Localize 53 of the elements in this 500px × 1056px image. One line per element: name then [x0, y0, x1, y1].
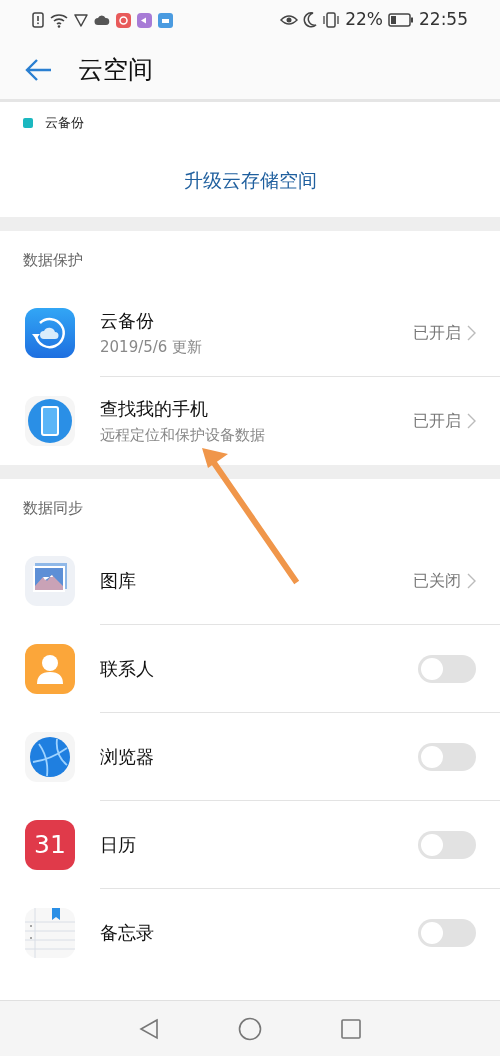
app-icon: [158, 12, 173, 28]
toggle-switch[interactable]: [418, 919, 476, 947]
settings-row[interactable]: 31 日历: [0, 801, 500, 889]
status-label: 已开启: [413, 321, 461, 344]
clock-time: 22:55: [419, 8, 468, 32]
eye-icon: [280, 13, 299, 27]
item-subtitle: 2019/5/6 更新: [100, 336, 204, 357]
gallery-icon: [25, 556, 75, 606]
settings-row[interactable]: 浏览器: [0, 713, 500, 801]
chevron-icon: [467, 324, 476, 341]
toggle-switch[interactable]: [418, 742, 476, 771]
toggle-switch[interactable]: [418, 830, 476, 859]
chevron-icon: [467, 572, 476, 589]
backup-icon: [25, 308, 75, 358]
page-title: 云空间: [78, 53, 153, 86]
upgrade-storage-button[interactable]: 升级云存储空间: [177, 162, 323, 199]
settings-row[interactable]: 备忘录: [0, 889, 500, 977]
item-title: 图库: [100, 568, 137, 593]
battery-percent: 22%: [345, 8, 383, 32]
chevron-icon: [467, 413, 476, 429]
app-icon: [137, 12, 152, 28]
calendar-icon: 31: [25, 820, 75, 870]
item-title: 查找我的手机: [100, 397, 209, 421]
item-title: 联系人: [100, 656, 155, 681]
item-title: 日历: [100, 832, 137, 857]
moon-icon: [303, 12, 318, 28]
toggle-switch[interactable]: [418, 654, 476, 683]
section-header: 数据同步: [23, 497, 83, 519]
globe-icon: [25, 732, 75, 782]
settings-row[interactable]: 云备份 2019/5/6 更新 已开启: [0, 289, 500, 377]
recents-nav-icon[interactable]: [340, 1018, 361, 1039]
legend-label: 云备份: [45, 114, 84, 133]
item-title: 浏览器: [100, 744, 155, 769]
wifi-icon: [50, 12, 68, 28]
notepad-icon: [25, 908, 75, 958]
app-icon: [116, 12, 131, 28]
sim-alert-icon: [32, 12, 44, 28]
item-title: 云备份: [100, 308, 155, 333]
contact-icon: [25, 644, 75, 694]
status-label: 已开启: [413, 410, 461, 432]
status-label: 已关闭: [413, 569, 461, 592]
cloud-icon: [94, 15, 110, 25]
back-nav-icon[interactable]: [139, 1017, 160, 1040]
home-nav-icon[interactable]: [238, 1016, 262, 1041]
section-header: 数据保护: [23, 249, 83, 271]
vibrate-icon: [322, 12, 341, 28]
settings-row[interactable]: 查找我的手机 远程定位和保护设备数据 已开启: [0, 377, 500, 465]
item-title: 备忘录: [100, 921, 155, 945]
phone-icon: [25, 396, 75, 446]
battery-icon: [388, 13, 414, 27]
item-subtitle: 远程定位和保护设备数据: [100, 425, 266, 445]
settings-row[interactable]: 联系人: [0, 625, 500, 713]
settings-row[interactable]: 图库 已关闭: [0, 537, 500, 625]
